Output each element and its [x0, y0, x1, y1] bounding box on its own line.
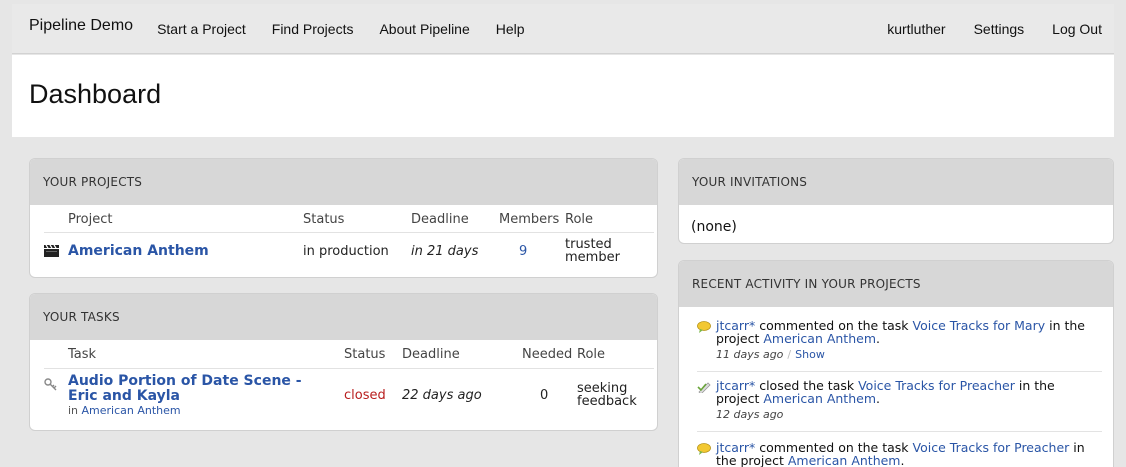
task-project-link[interactable]: American Anthem: [82, 404, 181, 417]
checkmark-pencil-icon: [697, 381, 711, 395]
invitations-header: YOUR INVITATIONS: [679, 159, 1113, 205]
key-icon: [44, 378, 58, 392]
invitations-empty: (none): [691, 219, 737, 235]
col-task-status: Status: [344, 342, 402, 369]
col-members: Members: [499, 207, 565, 233]
brand-link[interactable]: Pipeline Demo: [29, 17, 133, 35]
tasks-panel: YOUR TASKS Task Status Deadline Needed R…: [29, 293, 658, 431]
activity-item: jtcarr* commented on the task Voice Trac…: [697, 441, 1102, 467]
project-role: trusted member: [565, 237, 620, 266]
activity-item: jtcarr* commented on the task Voice Trac…: [697, 319, 1102, 361]
task-role: seeking feedback: [577, 381, 637, 410]
col-task-deadline: Deadline: [402, 342, 522, 369]
col-task: Task: [68, 342, 344, 369]
activity-panel: RECENT ACTIVITY IN YOUR PROJECTS jtcarr*…: [678, 260, 1114, 467]
page-title: Dashboard: [29, 79, 162, 109]
tasks-table: Task Status Deadline Needed Role Audio P…: [44, 342, 654, 422]
activity-header: RECENT ACTIVITY IN YOUR PROJECTS: [679, 261, 1113, 307]
task-link[interactable]: Audio Portion of Date Scene - Eric and K…: [68, 373, 344, 404]
activity-project-link[interactable]: American Anthem: [763, 391, 876, 406]
task-deadline: 22 days ago: [402, 387, 482, 403]
divider: [697, 371, 1102, 372]
activity-task-link[interactable]: Voice Tracks for Mary: [913, 318, 1046, 333]
speech-bubble-icon: [697, 321, 711, 333]
projects-table-head: Project Status Deadline Members Role: [44, 207, 654, 233]
col-deadline: Deadline: [411, 207, 499, 233]
nav-logout[interactable]: Log Out: [1052, 21, 1102, 37]
project-link[interactable]: American Anthem: [68, 243, 209, 259]
activity-item: jtcarr* closed the task Voice Tracks for…: [697, 379, 1102, 421]
project-status: in production: [303, 243, 389, 259]
clapperboard-icon: [44, 244, 59, 258]
col-project: Project: [68, 207, 303, 233]
activity-show-link[interactable]: Show: [795, 348, 825, 361]
projects-header: YOUR PROJECTS: [30, 159, 657, 205]
nav-find-projects[interactable]: Find Projects: [272, 21, 354, 37]
activity-project-link[interactable]: American Anthem: [788, 453, 901, 467]
col-needed: Needed: [522, 342, 577, 369]
nav-about-pipeline[interactable]: About Pipeline: [379, 21, 469, 37]
speech-bubble-icon: [697, 443, 711, 455]
nav-settings[interactable]: Settings: [974, 21, 1025, 37]
projects-panel: YOUR PROJECTS Project Status Deadline Me…: [29, 158, 658, 278]
activity-project-link[interactable]: American Anthem: [763, 331, 876, 346]
activity-time: 12 days ago: [716, 408, 784, 421]
tasks-table-head: Task Status Deadline Needed Role: [44, 342, 654, 369]
nav-username[interactable]: kurtluther: [887, 21, 945, 37]
projects-table: Project Status Deadline Members Role Ame…: [44, 207, 654, 270]
title-band: Dashboard: [12, 55, 1114, 137]
project-members-link[interactable]: 9: [519, 244, 527, 259]
table-row: American Anthem in production in 21 days…: [44, 232, 654, 270]
tasks-header: YOUR TASKS: [30, 294, 657, 340]
activity-time: 11 days ago: [716, 348, 784, 361]
col-status: Status: [303, 207, 411, 233]
table-row: Audio Portion of Date Scene - Eric and K…: [44, 368, 654, 422]
nav-user-area: kurtluther Settings Log Out: [859, 21, 1114, 37]
task-status: closed: [344, 387, 386, 403]
project-deadline: in 21 days: [411, 243, 479, 259]
task-project-line: in American Anthem: [68, 403, 181, 417]
nav-help[interactable]: Help: [496, 21, 525, 37]
activity-task-link[interactable]: Voice Tracks for Preacher: [858, 378, 1015, 393]
activity-task-link[interactable]: Voice Tracks for Preacher: [913, 440, 1070, 455]
col-task-role: Role: [577, 342, 654, 369]
top-nav: Pipeline Demo Start a Project Find Proje…: [12, 4, 1114, 54]
divider: [697, 431, 1102, 432]
nav-start-project[interactable]: Start a Project: [157, 21, 246, 37]
invitations-panel: YOUR INVITATIONS (none): [678, 158, 1114, 244]
col-role: Role: [565, 207, 654, 233]
task-needed: 0: [540, 387, 549, 403]
